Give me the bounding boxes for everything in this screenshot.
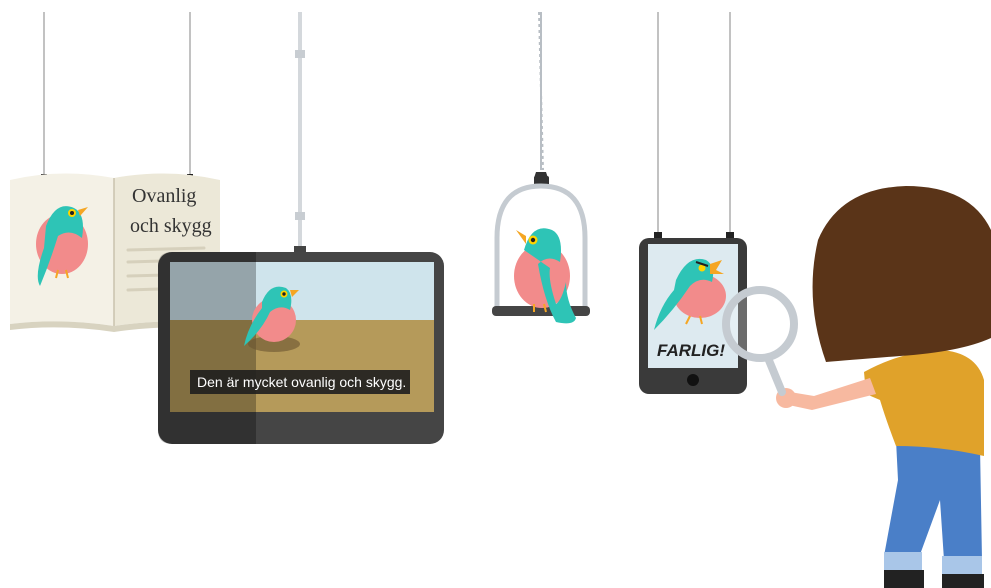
book-title-line1: Ovanlig bbox=[132, 185, 196, 207]
girl-character bbox=[722, 186, 991, 588]
tv-subtitle: Den är mycket ovanlig och skygg. bbox=[197, 374, 406, 390]
girl-arm bbox=[784, 378, 876, 410]
phone-warning-text: FARLIG! bbox=[657, 341, 725, 360]
phone-home-button bbox=[687, 374, 699, 386]
book-title-line2: och skygg bbox=[130, 215, 212, 237]
girl-hair bbox=[812, 186, 991, 362]
girl-shirt bbox=[864, 350, 984, 456]
hanging-birdcage bbox=[492, 11, 590, 324]
cage-chain bbox=[538, 11, 544, 171]
girl-jeans bbox=[884, 440, 982, 560]
illustration-scene: Ovanlig och skygg Den är mycket ovanlig … bbox=[10, 11, 991, 588]
